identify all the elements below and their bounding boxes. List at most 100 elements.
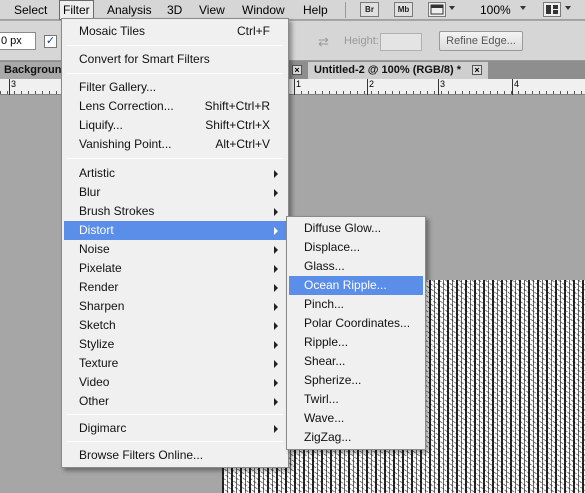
menu-item-label: Texture	[79, 356, 119, 370]
menu-item-zigzag[interactable]: ZigZag...	[289, 428, 423, 447]
height-label: Height:	[344, 35, 379, 47]
menu-separator	[67, 73, 283, 74]
submenu-arrow-icon	[274, 246, 278, 254]
chevron-down-icon[interactable]	[449, 6, 455, 10]
menu-item-label: Distort	[79, 223, 114, 237]
menu-item-label: Blur	[79, 185, 101, 199]
submenu-arrow-icon	[274, 379, 278, 387]
menu-bar: Select Filter Analysis 3D View Window He…	[0, 0, 585, 20]
menu-item-shear[interactable]: Shear...	[289, 352, 423, 371]
ruler-number: 3	[440, 79, 446, 89]
menu-item-texture[interactable]: Texture	[64, 354, 286, 373]
submenu-arrow-icon	[274, 341, 278, 349]
ruler-number: 1	[296, 79, 302, 89]
menu-item-render[interactable]: Render	[64, 278, 286, 297]
submenu-arrow-icon	[274, 360, 278, 368]
swap-icon[interactable]: ⇄	[318, 34, 329, 50]
menu-item-label: Lens Correction...	[79, 99, 174, 113]
menu-item-label: Render	[79, 280, 119, 294]
arrange-documents-icon[interactable]	[543, 2, 561, 17]
menu-item-diffuse-glow[interactable]: Diffuse Glow...	[289, 219, 423, 238]
menu-item-digimarc[interactable]: Digimarc	[64, 419, 286, 438]
submenu-arrow-icon	[274, 322, 278, 330]
menu-window[interactable]: Window	[242, 2, 285, 18]
menu-item-glass[interactable]: Glass...	[289, 257, 423, 276]
tab-title: Untitled-2 @ 100% (RGB/8) *	[314, 64, 462, 76]
menu-item-distort[interactable]: Distort	[64, 221, 286, 240]
menu-item-stylize[interactable]: Stylize	[64, 335, 286, 354]
menu-item-filter-gallery[interactable]: Filter Gallery...	[64, 78, 286, 97]
tab-background[interactable]: Background	[0, 62, 68, 79]
menu-item-pinch[interactable]: Pinch...	[289, 295, 423, 314]
menu-item-sketch[interactable]: Sketch	[64, 316, 286, 335]
submenu-arrow-icon	[274, 170, 278, 178]
menu-item-wave[interactable]: Wave...	[289, 409, 423, 428]
menu-item-pixelate[interactable]: Pixelate	[64, 259, 286, 278]
menu-view[interactable]: View	[199, 2, 225, 18]
menu-item-label: Filter Gallery...	[79, 80, 157, 94]
menu-separator	[67, 414, 283, 415]
menu-item-label: Browse Filters Online...	[79, 448, 204, 462]
menu-item-label: Sketch	[79, 318, 116, 332]
menu-item-blur[interactable]: Blur	[64, 183, 286, 202]
filter-menu: Mosaic Tiles Ctrl+F Convert for Smart Fi…	[61, 18, 289, 468]
menubar-divider	[345, 2, 346, 18]
submenu-arrow-icon	[274, 303, 278, 311]
submenu-arrow-icon	[274, 398, 278, 406]
tab-untitled-2[interactable]: Untitled-2 @ 100% (RGB/8) *	[308, 62, 488, 79]
shortcut-label: Shift+Ctrl+X	[205, 118, 270, 132]
menu-item-liquify[interactable]: Liquify... Shift+Ctrl+X	[64, 116, 286, 135]
extras-grid-icon[interactable]	[428, 2, 446, 17]
chevron-down-icon[interactable]	[520, 6, 526, 10]
refine-edge-button[interactable]: Refine Edge...	[439, 31, 523, 51]
anti-alias-checkbox[interactable]: ✓	[44, 35, 57, 48]
submenu-arrow-icon	[274, 284, 278, 292]
menu-analysis[interactable]: Analysis	[107, 2, 152, 18]
menu-item-label: Video	[79, 375, 110, 389]
menu-item-lens-correction[interactable]: Lens Correction... Shift+Ctrl+R	[64, 97, 286, 116]
shortcut-label: Ctrl+F	[237, 24, 270, 38]
menu-filter[interactable]: Filter	[59, 0, 94, 20]
close-icon[interactable]: ×	[292, 65, 302, 75]
submenu-arrow-icon	[274, 265, 278, 273]
submenu-arrow-icon	[274, 189, 278, 197]
bridge-icon[interactable]: Br	[360, 2, 379, 17]
menu-item-ripple[interactable]: Ripple...	[289, 333, 423, 352]
menu-item-label: Artistic	[79, 166, 115, 180]
menu-separator	[67, 158, 283, 159]
menu-item-mosaic-tiles[interactable]: Mosaic Tiles Ctrl+F	[64, 22, 286, 41]
menu-item-label: Brush Strokes	[79, 204, 155, 218]
height-field[interactable]	[380, 33, 422, 51]
menu-item-vanishing-point[interactable]: Vanishing Point... Alt+Ctrl+V	[64, 135, 286, 154]
distort-submenu: Diffuse Glow... Displace... Glass... Oce…	[286, 216, 426, 450]
menu-item-label: Liquify...	[79, 118, 123, 132]
menu-item-brush-strokes[interactable]: Brush Strokes	[64, 202, 286, 221]
menu-item-sharpen[interactable]: Sharpen	[64, 297, 286, 316]
menu-item-video[interactable]: Video	[64, 373, 286, 392]
menu-item-spherize[interactable]: Spherize...	[289, 371, 423, 390]
menu-item-artistic[interactable]: Artistic	[64, 164, 286, 183]
feather-field[interactable]: 0 px	[0, 32, 36, 50]
menu-item-label: Convert for Smart Filters	[79, 52, 210, 66]
menu-item-other[interactable]: Other	[64, 392, 286, 411]
close-icon[interactable]: ×	[472, 65, 482, 75]
zoom-level[interactable]: 100%	[480, 2, 511, 18]
menu-item-label: Noise	[79, 242, 110, 256]
menu-help[interactable]: Help	[303, 2, 328, 18]
menu-item-label: Sharpen	[79, 299, 125, 313]
menu-item-polar-coordinates[interactable]: Polar Coordinates...	[289, 314, 423, 333]
minibridge-icon[interactable]: Mb	[394, 2, 413, 17]
chevron-down-icon[interactable]	[565, 6, 571, 10]
shortcut-label: Alt+Ctrl+V	[215, 137, 270, 151]
menu-3d[interactable]: 3D	[167, 2, 182, 18]
menu-item-twirl[interactable]: Twirl...	[289, 390, 423, 409]
menu-select[interactable]: Select	[14, 2, 47, 18]
menu-item-label: Stylize	[79, 337, 115, 351]
ruler-number: 4	[514, 79, 520, 89]
menu-item-convert-smart-filters[interactable]: Convert for Smart Filters	[64, 50, 286, 69]
menu-separator	[67, 441, 283, 442]
menu-item-displace[interactable]: Displace...	[289, 238, 423, 257]
menu-item-noise[interactable]: Noise	[64, 240, 286, 259]
menu-item-browse-filters-online[interactable]: Browse Filters Online...	[64, 446, 286, 465]
menu-item-ocean-ripple[interactable]: Ocean Ripple...	[289, 276, 423, 295]
